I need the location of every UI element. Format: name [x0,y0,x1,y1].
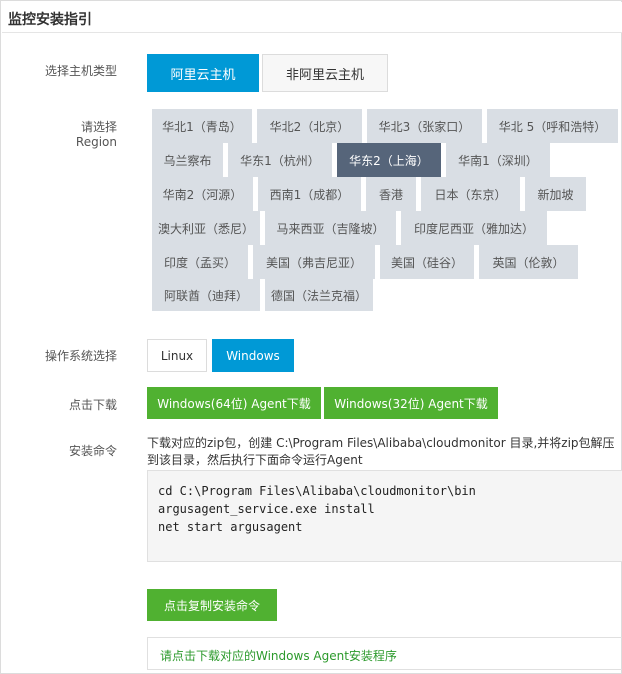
host-type-aliyun-button[interactable]: 阿里云主机 [147,54,259,92]
region-option[interactable]: 华北1（青岛） [152,109,252,143]
region-option[interactable]: 美国（弗吉尼亚） [253,245,375,279]
region-option-selected[interactable]: 华东2（上海） [337,143,441,177]
region-option[interactable]: 印度尼西亚（雅加达） [401,211,547,245]
region-option[interactable]: 华南1（深圳） [446,143,550,177]
region-option[interactable]: 英国（伦敦） [479,245,578,279]
region-option[interactable]: 澳大利亚（悉尼） [152,211,260,245]
region-option[interactable]: 西南1（成都） [258,177,361,211]
install-description: 下载对应的zip包，创建 C:\Program Files\Alibaba\cl… [147,436,615,467]
host-type-non-aliyun-button[interactable]: 非阿里云主机 [262,54,388,92]
region-label: 请选择Region [75,120,117,149]
copy-command-button[interactable]: 点击复制安装命令 [147,589,277,621]
region-option[interactable]: 华东1（杭州） [228,143,332,177]
download-label: 点击下载 [68,398,117,412]
os-windows-button[interactable]: Windows [212,339,294,372]
region-option[interactable]: 印度（孟买） [152,245,248,279]
install-label: 安装命令 [68,444,117,458]
region-option[interactable]: 美国（硅谷） [380,245,474,279]
install-command-box[interactable]: cd C:\Program Files\Alibaba\cloudmonitor… [147,470,622,562]
command-line: net start argusagent [158,520,303,534]
panel-header: 监控安装指引 [2,2,622,33]
panel-title: 监控安装指引 [8,12,92,28]
region-option[interactable]: 德国（法兰克福） [265,279,373,311]
region-option[interactable]: 华北2（北京） [257,109,362,143]
region-option[interactable]: 华北3（张家口） [367,109,482,143]
host-type-label: 选择主机类型 [44,64,117,78]
region-option[interactable]: 华南2（河源） [152,177,253,211]
region-option[interactable]: 乌兰察布 [152,143,223,177]
region-option[interactable]: 香港 [366,177,416,211]
region-option[interactable]: 日本（东京） [421,177,520,211]
region-option[interactable]: 马来西亚（吉隆坡） [265,211,396,245]
download-notice: 请点击下载对应的Windows Agent安装程序 [147,637,622,670]
region-option[interactable]: 华北 5（呼和浩特） [487,109,618,143]
region-option[interactable]: 新加坡 [525,177,586,211]
download-32bit-button[interactable]: Windows(32位) Agent下载 [324,387,498,419]
command-line: cd C:\Program Files\Alibaba\cloudmonitor… [158,484,476,498]
command-line: argusagent_service.exe install [158,502,375,516]
download-64bit-button[interactable]: Windows(64位) Agent下载 [147,387,321,419]
region-option[interactable]: 阿联酋（迪拜） [152,279,260,311]
os-label: 操作系统选择 [44,349,117,363]
os-linux-button[interactable]: Linux [147,339,207,372]
install-guide-panel: 监控安装指引 选择主机类型 阿里云主机 非阿里云主机 请选择Region 华北1… [0,0,622,674]
